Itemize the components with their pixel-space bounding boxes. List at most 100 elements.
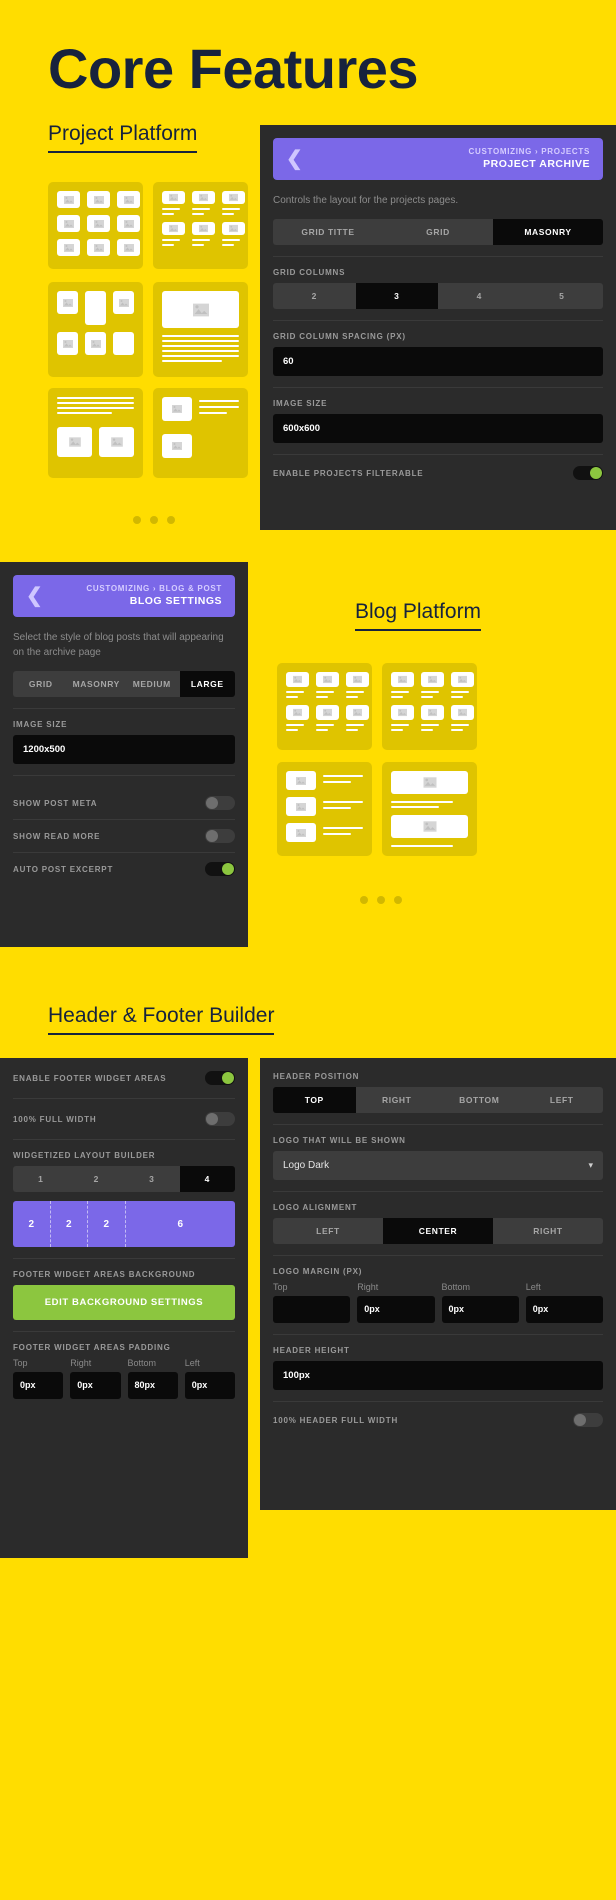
- preview-blog-grid-b[interactable]: [382, 663, 477, 750]
- projects-image-size-input[interactable]: 600x600: [273, 414, 603, 443]
- blog-description: Select the style of blog posts that will…: [13, 632, 224, 658]
- widget-count-4[interactable]: 4: [179, 1166, 235, 1192]
- logo-shown-label: LOGO THAT WILL BE SHOWN: [273, 1136, 406, 1145]
- tab-blog-large[interactable]: LARGE: [179, 671, 235, 697]
- footer-full-width-row: 100% FULL WIDTH: [0, 1099, 248, 1139]
- footer-builder-panel: ENABLE FOOTER WIDGET AREAS 100% FULL WID…: [0, 1058, 248, 1558]
- edit-background-settings-button[interactable]: EDIT BACKGROUND SETTINGS: [13, 1285, 235, 1320]
- divider: [273, 320, 603, 321]
- logo-margin-bottom: Bottom 0px: [441, 1282, 519, 1323]
- layout-cell-3[interactable]: 2: [88, 1201, 126, 1247]
- toggle-knob: [206, 797, 218, 809]
- footer-full-width-label: 100% FULL WIDTH: [13, 1114, 97, 1124]
- dot[interactable]: [133, 516, 141, 524]
- header-position-label: HEADER POSITION: [273, 1072, 360, 1081]
- preview-card-list[interactable]: [153, 388, 248, 478]
- tab-grid-titte[interactable]: GRID TITTE: [273, 219, 383, 245]
- widget-count-1[interactable]: 1: [13, 1166, 69, 1192]
- tab-masonry[interactable]: MASONRY: [493, 219, 603, 245]
- enable-footer-widget-row: ENABLE FOOTER WIDGET AREAS: [0, 1058, 248, 1098]
- logo-margin-bottom-input[interactable]: 0px: [441, 1296, 519, 1323]
- logo-margin-left-input[interactable]: 0px: [525, 1296, 603, 1323]
- layout-cell-2[interactable]: 2: [51, 1201, 88, 1247]
- grid-columns-5[interactable]: 5: [520, 283, 603, 309]
- grid-columns-3[interactable]: 3: [355, 283, 438, 309]
- layout-cell-4[interactable]: 6: [126, 1201, 236, 1247]
- page-title: Core Features: [48, 37, 419, 100]
- footer-padding-right-input[interactable]: 0px: [70, 1372, 121, 1399]
- divider: [13, 1258, 235, 1259]
- dot[interactable]: [150, 516, 158, 524]
- caption-bottom: Bottom: [127, 1358, 157, 1368]
- header-position-top[interactable]: TOP: [273, 1087, 356, 1113]
- show-read-more-toggle[interactable]: [205, 829, 235, 843]
- preview-blog-grid-a[interactable]: [277, 663, 372, 750]
- section-title-blog-platform: Blog Platform: [355, 600, 482, 631]
- show-read-more-label: SHOW READ MORE: [13, 831, 101, 841]
- header-full-width-row: 100% HEADER FULL WIDTH: [260, 1413, 616, 1440]
- carousel-dots-projects[interactable]: [133, 516, 175, 524]
- auto-post-excerpt-label: AUTO POST EXCERPT: [13, 864, 114, 874]
- tab-blog-medium[interactable]: MEDIUM: [124, 671, 180, 697]
- layout-cell-1[interactable]: 2: [13, 1201, 51, 1247]
- header-position-left[interactable]: LEFT: [520, 1087, 603, 1113]
- widget-count-3[interactable]: 3: [124, 1166, 180, 1192]
- blog-panel-title: BLOG SETTINGS: [129, 595, 222, 607]
- preview-card-masonry[interactable]: [48, 282, 143, 377]
- footer-full-width-toggle[interactable]: [205, 1112, 235, 1126]
- preview-blog-large[interactable]: [382, 762, 477, 856]
- footer-padding-bottom: Bottom 80px: [127, 1358, 178, 1399]
- preview-card-text-top[interactable]: [48, 388, 143, 478]
- projects-filterable-toggle[interactable]: [573, 466, 603, 480]
- projects-filterable-label: ENABLE PROJECTS FILTERABLE: [273, 468, 424, 478]
- logo-align-center[interactable]: CENTER: [383, 1218, 493, 1244]
- preview-blog-list[interactable]: [277, 762, 372, 856]
- footer-padding-inputs: Top 0px Right 0px Bottom 80px Left 0px: [13, 1358, 235, 1399]
- auto-post-excerpt-toggle[interactable]: [205, 862, 235, 876]
- logo-align-right[interactable]: RIGHT: [493, 1218, 603, 1244]
- footer-padding-left-input[interactable]: 0px: [184, 1372, 235, 1399]
- preview-card-single-wide[interactable]: [153, 282, 248, 377]
- logo-select[interactable]: Logo Dark ▾: [273, 1151, 603, 1180]
- tab-blog-grid[interactable]: GRID: [13, 671, 69, 697]
- logo-margin-top-input[interactable]: [273, 1296, 351, 1323]
- grid-spacing-input[interactable]: 60: [273, 347, 603, 376]
- logo-select-value: Logo Dark: [283, 1160, 330, 1171]
- header-height-label: HEADER HEIGHT: [273, 1346, 350, 1355]
- divider: [13, 775, 235, 776]
- chevron-down-icon: ▾: [588, 1160, 593, 1170]
- widget-count-2[interactable]: 2: [68, 1166, 124, 1192]
- header-position-bottom[interactable]: BOTTOM: [438, 1087, 521, 1113]
- show-post-meta-toggle[interactable]: [205, 796, 235, 810]
- logo-margin-right-input[interactable]: 0px: [357, 1296, 435, 1323]
- projects-filterable-row: ENABLE PROJECTS FILTERABLE: [260, 466, 616, 493]
- divider: [273, 1255, 603, 1256]
- projects-breadcrumb: CUSTOMIZING › PROJECTS: [468, 147, 590, 156]
- enable-footer-widget-toggle[interactable]: [205, 1071, 235, 1085]
- dot[interactable]: [394, 896, 402, 904]
- divider: [273, 256, 603, 257]
- footer-padding-top-input[interactable]: 0px: [13, 1372, 64, 1399]
- tab-grid[interactable]: GRID: [383, 219, 493, 245]
- toggle-knob: [574, 1414, 586, 1426]
- projects-customizer-panel: ❮ CUSTOMIZING › PROJECTS PROJECT ARCHIVE…: [260, 125, 616, 530]
- preview-card-grid-title[interactable]: [153, 182, 248, 269]
- dot[interactable]: [360, 896, 368, 904]
- header-builder-panel: HEADER POSITION TOP RIGHT BOTTOM LEFT LO…: [260, 1058, 616, 1510]
- carousel-dots-blog[interactable]: [360, 896, 402, 904]
- grid-columns-4[interactable]: 4: [438, 283, 521, 309]
- grid-columns-2[interactable]: 2: [273, 283, 356, 309]
- footer-background-label: FOOTER WIDGET AREAS BACKGROUND: [13, 1270, 196, 1279]
- dot[interactable]: [377, 896, 385, 904]
- blog-image-size-input[interactable]: 1200x500: [13, 735, 235, 764]
- footer-padding-right: Right 0px: [70, 1358, 121, 1399]
- toggle-knob: [590, 467, 602, 479]
- footer-padding-bottom-input[interactable]: 80px: [127, 1372, 178, 1399]
- header-height-input[interactable]: 100px: [273, 1361, 603, 1390]
- header-full-width-toggle[interactable]: [573, 1413, 603, 1427]
- header-position-right[interactable]: RIGHT: [355, 1087, 438, 1113]
- preview-card-grid-3x3[interactable]: [48, 182, 143, 269]
- logo-align-left[interactable]: LEFT: [273, 1218, 383, 1244]
- tab-blog-masonry[interactable]: MASONRY: [68, 671, 124, 697]
- dot[interactable]: [167, 516, 175, 524]
